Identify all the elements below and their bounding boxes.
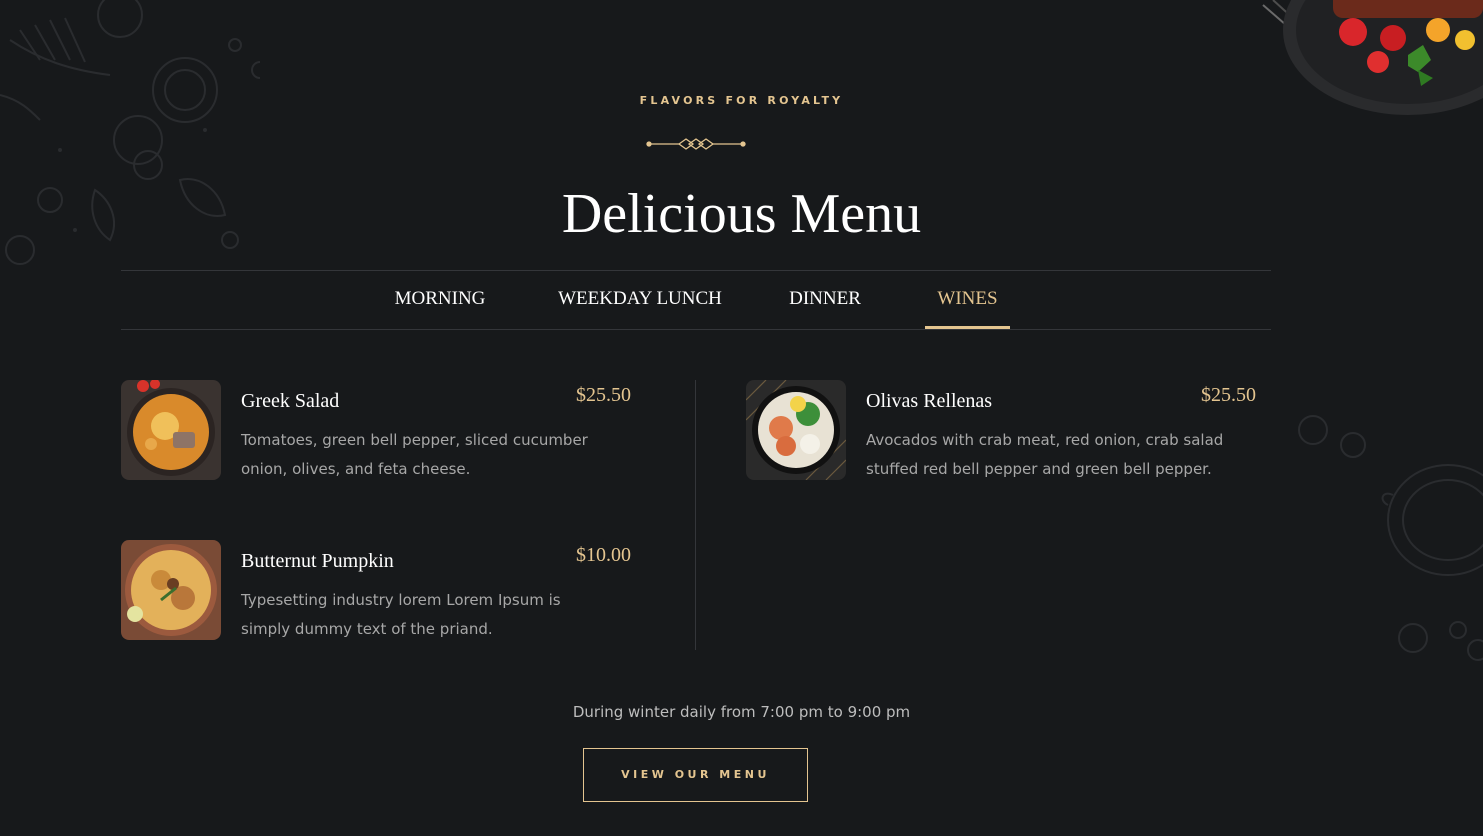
opening-hours-text: During winter daily from 7:00 pm to 9:00…	[572, 703, 911, 721]
item-price: $10.00	[576, 544, 631, 566]
ornament-separator-icon	[646, 138, 746, 150]
menu-item[interactable]: Olivas Rellenas $25.50 Avocados with cra…	[746, 380, 1256, 490]
page-title: Delicious Menu	[561, 183, 922, 245]
food-plate-image	[1262, 0, 1483, 115]
view-menu-button[interactable]: VIEW OUR MENU	[583, 748, 808, 802]
olivas-rellenas-image	[746, 380, 846, 480]
section-tagline: FLAVORS FOR ROYALTY	[639, 94, 844, 107]
tab-morning[interactable]: MORNING	[376, 271, 504, 329]
tab-label: MORNING	[394, 288, 486, 309]
item-price: $25.50	[1201, 384, 1256, 406]
item-description: Avocados with crab meat, red onion, crab…	[866, 431, 1224, 478]
item-name: Olivas Rellenas	[866, 390, 993, 412]
tab-label: WINES	[937, 288, 998, 309]
item-name: Greek Salad	[241, 390, 340, 412]
tabs-bottom-border	[121, 329, 1271, 330]
item-description: Tomatoes, green bell pepper, sliced cucu…	[241, 431, 588, 478]
butternut-pumpkin-image	[121, 540, 221, 640]
item-name: Butternut Pumpkin	[241, 550, 394, 572]
column-divider	[695, 380, 696, 650]
active-tab-indicator	[925, 326, 1010, 329]
pot-doodle-decoration	[1298, 415, 1483, 661]
greek-salad-image	[121, 380, 221, 480]
tab-label: WEEKDAY LUNCH	[558, 288, 722, 309]
menu-tabs: MORNING WEEKDAY LUNCH DINNER WINES	[121, 271, 1271, 329]
menu-item[interactable]: Greek Salad $25.50 Tomatoes, green bell …	[121, 380, 631, 490]
tab-wines[interactable]: WINES	[925, 271, 1010, 329]
tab-label: DINNER	[789, 288, 861, 309]
item-price: $25.50	[576, 384, 631, 406]
item-description: Typesetting industry lorem Lorem Ipsum i…	[241, 591, 561, 638]
tab-dinner[interactable]: DINNER	[777, 271, 873, 329]
tab-weekday-lunch[interactable]: WEEKDAY LUNCH	[546, 271, 734, 329]
menu-item[interactable]: Butternut Pumpkin $10.00 Typesetting ind…	[121, 540, 631, 650]
